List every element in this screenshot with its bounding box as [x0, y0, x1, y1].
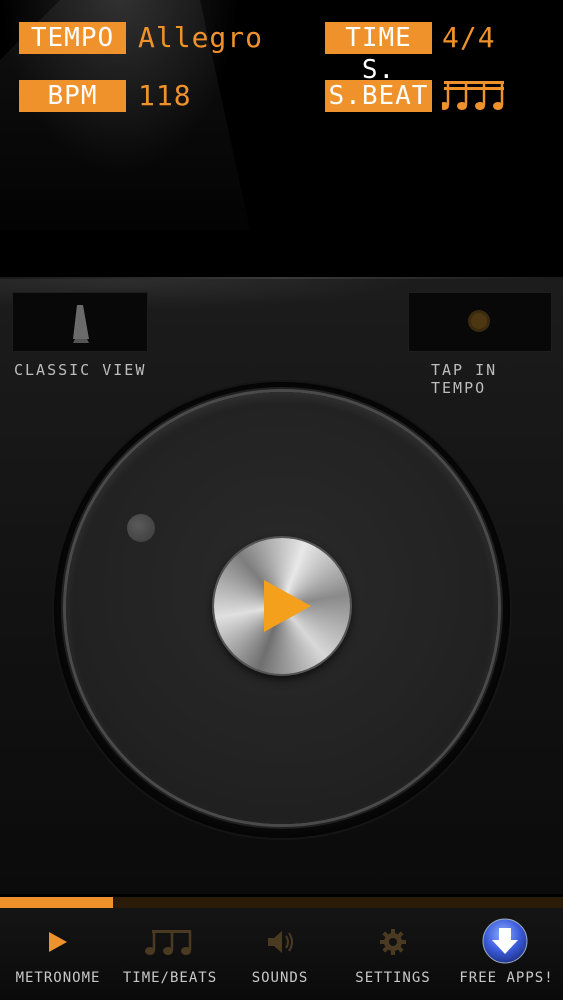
- tab-label: METRONOME: [15, 970, 101, 986]
- dial-knob[interactable]: [127, 514, 155, 542]
- tab-metronome[interactable]: METRONOME: [0, 908, 116, 1000]
- beat-progress-bar: [0, 897, 563, 908]
- beamed-notes-icon: [116, 924, 224, 960]
- tab-free-apps[interactable]: FREE APPS!: [450, 908, 563, 1000]
- tap-in-tempo-label: TAP IN TEMPO: [431, 361, 498, 397]
- time-signature-label: TIME S.: [325, 22, 432, 85]
- tab-label: SETTINGS: [355, 970, 431, 986]
- classic-view-button[interactable]: [12, 292, 148, 352]
- tab-label: FREE APPS!: [459, 970, 554, 986]
- play-button[interactable]: [214, 538, 350, 674]
- bottom-tab-bar: METRONOME TIME/BEATS SOUNDS SETTINGS FRE…: [0, 908, 563, 1000]
- play-icon: [0, 924, 116, 960]
- play-icon: [264, 580, 311, 632]
- tempo-value[interactable]: Allegro: [138, 22, 263, 54]
- tab-label: TIME/BEATS: [122, 970, 218, 986]
- tempo-label: TEMPO: [19, 22, 126, 54]
- sub-beat-label: S.BEAT: [325, 80, 432, 112]
- time-signature-value[interactable]: 4/4: [442, 22, 496, 54]
- download-icon: [450, 918, 563, 964]
- gear-icon: [336, 924, 450, 960]
- tab-time-beats[interactable]: TIME/BEATS: [116, 908, 224, 1000]
- tap-in-tempo-button[interactable]: [408, 292, 552, 352]
- beat-progress-fill: [0, 897, 113, 908]
- tab-label: SOUNDS: [251, 970, 309, 986]
- metronome-icon: [73, 305, 89, 343]
- bpm-value[interactable]: 118: [138, 80, 192, 112]
- four-sixteenth-notes-icon[interactable]: [439, 79, 508, 117]
- tab-sounds[interactable]: SOUNDS: [224, 908, 336, 1000]
- tab-settings[interactable]: SETTINGS: [336, 908, 450, 1000]
- speaker-icon: [224, 924, 336, 960]
- tap-light-icon: [468, 310, 490, 332]
- bpm-label: BPM: [19, 80, 126, 112]
- tempo-display: TEMPO Allegro BPM 118 TIME S. 4/4 S.BEAT: [0, 0, 563, 278]
- classic-view-label: CLASSIC VIEW: [14, 361, 147, 379]
